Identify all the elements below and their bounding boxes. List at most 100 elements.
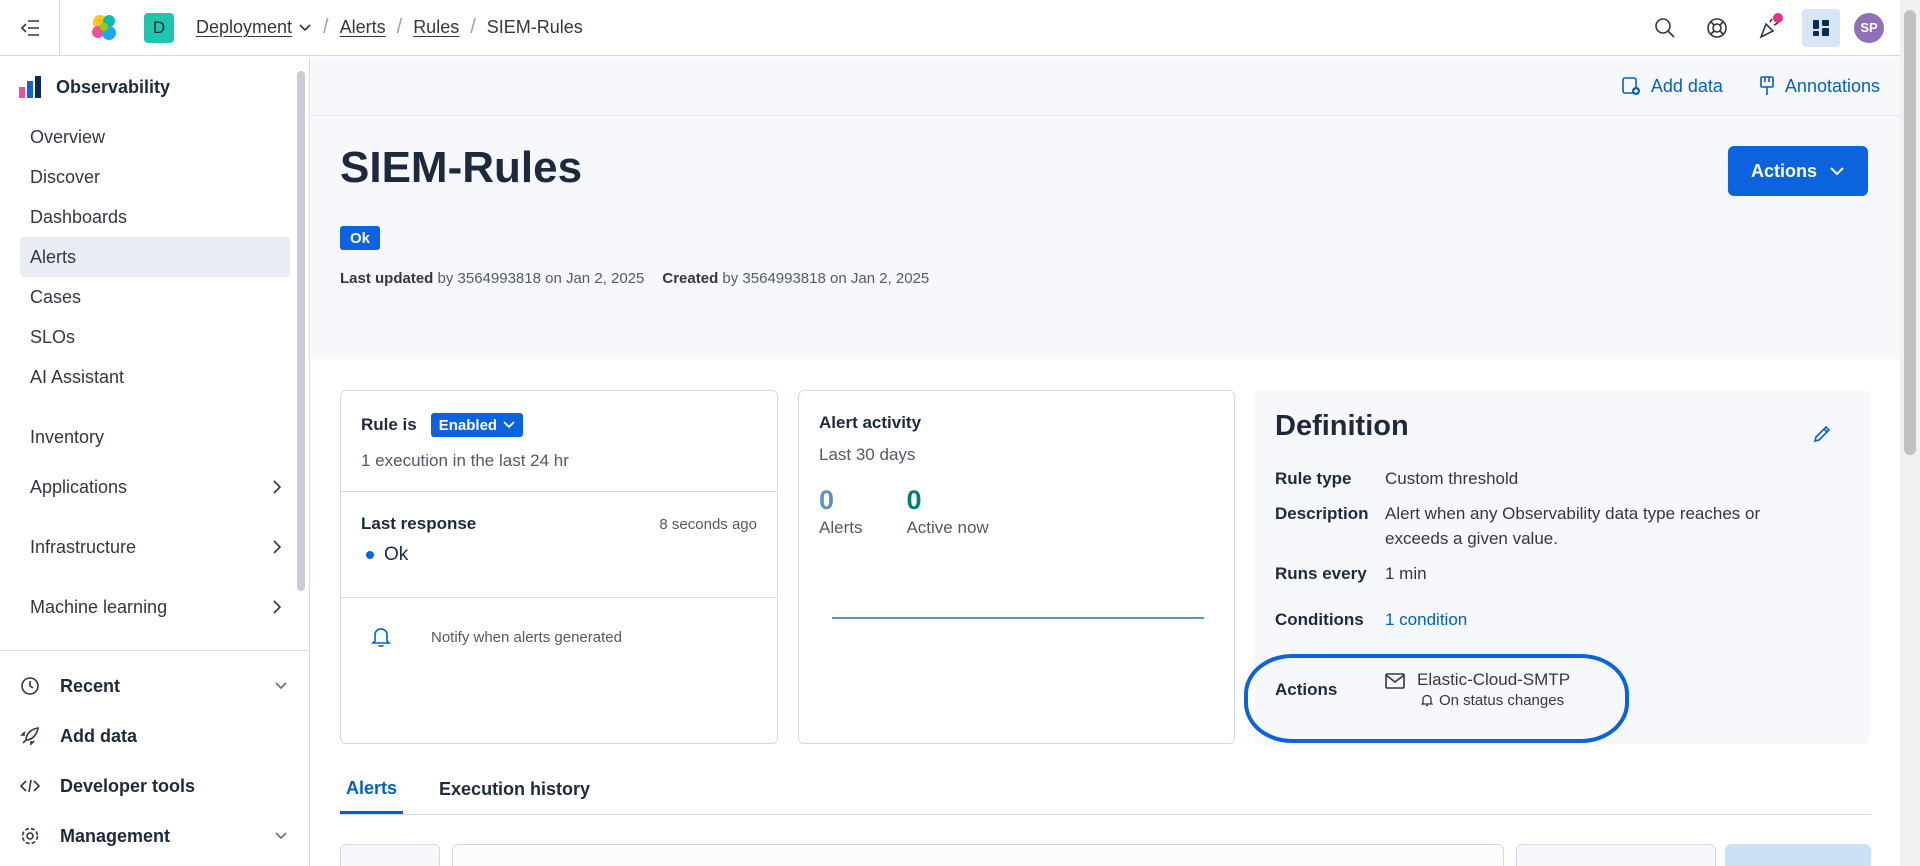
sidebar-item-label: Discover [30, 166, 101, 187]
add-data-link[interactable]: Add data [1621, 75, 1723, 97]
user-avatar[interactable]: SP [1854, 12, 1884, 43]
sidebar-item-dashboards[interactable]: Dashboards [20, 197, 290, 237]
menu-toggle-button[interactable] [0, 0, 60, 56]
last-response-time: 8 seconds ago [659, 515, 757, 533]
alerts-label: Alerts [819, 518, 863, 537]
alerts-count: 0 [819, 485, 835, 515]
help-button[interactable] [1698, 9, 1736, 47]
status-dot [366, 551, 374, 559]
tab-execution-history[interactable]: Execution history [433, 765, 596, 814]
definition-title: Definition [1275, 410, 1409, 442]
page-scrollbar[interactable] [1900, 0, 1920, 866]
active-now-stat[interactable]: 0 Active now [906, 485, 988, 538]
sidebar-item-inventory[interactable]: Inventory [20, 417, 290, 457]
breadcrumb-alerts[interactable]: Alerts [340, 17, 386, 38]
sidebar-item-label: Inventory [30, 426, 105, 447]
sidebar-item-slos[interactable]: SLOs [20, 317, 290, 357]
active-now-label: Active now [906, 518, 989, 537]
apps-grid-icon [1813, 19, 1829, 36]
tab-alerts[interactable]: Alerts [340, 765, 404, 814]
sidebar-item-developer-tools[interactable]: Developer tools [0, 761, 310, 811]
page-header: Add data Annotations SIEM-Rules Actions … [311, 57, 1900, 359]
status-badge: Ok [340, 226, 381, 250]
description-value: Alert when any Observability data type r… [1385, 503, 1761, 549]
sidebar-group-machine-learning[interactable]: Machine learning [20, 577, 290, 637]
space-avatar[interactable]: D [144, 12, 174, 43]
sidebar-item-cases[interactable]: Cases [20, 277, 290, 317]
date-picker[interactable] [1516, 844, 1716, 866]
chevron-down-icon[interactable] [298, 23, 312, 33]
runs-every-row: Runs every 1 min [1275, 564, 1850, 587]
search-button[interactable] [1646, 9, 1684, 47]
page-scrollbar-thumb[interactable] [1904, 10, 1916, 455]
sidebar-item-discover[interactable]: Discover [20, 157, 290, 197]
search-input[interactable] [452, 844, 1504, 866]
connector-name: Elastic-Cloud-SMTP [1417, 670, 1571, 689]
actions-row: Actions Elastic-Cloud-SMTP On status cha… [1275, 670, 1570, 709]
sidebar-item-label: Alerts [30, 246, 77, 267]
code-icon [20, 779, 40, 793]
sidebar-item-alerts[interactable]: Alerts [20, 237, 290, 277]
email-icon [1385, 673, 1405, 689]
sidebar-item-label: Recent [60, 675, 121, 696]
top-bar: D Deployment / Alerts / Rules / SIEM-Rul… [0, 0, 1900, 56]
conditions-link[interactable]: 1 condition [1385, 607, 1467, 633]
sidebar-item-add-data[interactable]: Add data [0, 711, 310, 761]
sidebar-scrollbar[interactable] [297, 71, 305, 591]
runs-every-label: Runs every [1275, 563, 1367, 583]
breadcrumb-deployment[interactable]: Deployment [196, 17, 292, 38]
actions-label: Actions [1275, 679, 1338, 699]
alert-activity-sparkline [832, 617, 1204, 619]
sidebar-item-recent[interactable]: Recent [0, 661, 310, 711]
page-title: SIEM-Rules [340, 143, 583, 192]
chevron-down-icon [275, 832, 287, 840]
sidebar-title[interactable]: Observability [0, 57, 310, 117]
sidebar-group-applications[interactable]: Applications [20, 457, 290, 517]
rule-metadata: Last updated by 3564993818 on Jan 2, 202… [340, 270, 929, 287]
actions-button[interactable]: Actions [1728, 146, 1868, 196]
sidebar-item-label: Applications [30, 476, 128, 497]
runs-every-value: 1 min [1385, 563, 1427, 583]
created: Created by 3564993818 on Jan 2, 2025 [662, 270, 929, 287]
connector-item[interactable]: Elastic-Cloud-SMTP On status changes [1385, 670, 1570, 709]
header-divider [311, 115, 1900, 116]
menu-collapse-icon [20, 19, 39, 36]
last-response-section: Last response 8 seconds ago Ok [341, 492, 777, 598]
breadcrumb-separator: / [396, 16, 403, 38]
description-label: Description [1275, 503, 1369, 523]
notification-dot [1773, 12, 1783, 23]
add-data-icon [1622, 77, 1640, 95]
last-updated-label: Last updated [340, 270, 434, 287]
bell-icon [1421, 694, 1433, 707]
ai-assistant-button[interactable] [1802, 8, 1840, 47]
sidebar-item-label: Management [60, 825, 171, 846]
sidebar-item-management[interactable]: Management [0, 811, 310, 861]
annotations-link[interactable]: Annotations [1759, 75, 1880, 97]
sidebar-item-overview[interactable]: Overview [20, 117, 290, 157]
breadcrumb-separator: / [470, 16, 476, 38]
alerts-toolbar [340, 844, 1871, 866]
elastic-logo[interactable] [82, 6, 126, 50]
side-nav-scroll: Observability Overview Discover Dashboar… [0, 57, 310, 647]
sidebar-item-ai-assistant[interactable]: AI Assistant [20, 357, 290, 397]
alerts-stat[interactable]: 0 Alerts [819, 485, 862, 538]
news-feed-button[interactable] [1750, 9, 1788, 47]
breadcrumb-rules[interactable]: Rules [413, 17, 459, 38]
enabled-dropdown[interactable]: Enabled [430, 413, 524, 437]
rule-is-label: Rule is [361, 415, 417, 434]
sidebar-group-infrastructure[interactable]: Infrastructure [20, 517, 290, 577]
rule-tabs: Alerts Execution history [340, 765, 1871, 815]
clock-icon [21, 677, 39, 695]
chevron-down-icon [503, 421, 515, 429]
rule-type-row: Rule type Custom threshold [1275, 469, 1850, 492]
description-row: Description Alert when any Observability… [1275, 504, 1850, 552]
active-now-count: 0 [906, 485, 922, 515]
filter-toggle[interactable] [340, 844, 440, 866]
side-navigation: Observability Overview Discover Dashboar… [0, 57, 310, 866]
search-icon [1655, 17, 1675, 38]
pencil-icon[interactable] [1812, 424, 1832, 444]
sidebar-item-label: Developer tools [60, 775, 196, 796]
refresh-button[interactable] [1725, 844, 1871, 866]
rule-status-card: Rule is Enabled 1 execution in the last … [340, 390, 778, 744]
